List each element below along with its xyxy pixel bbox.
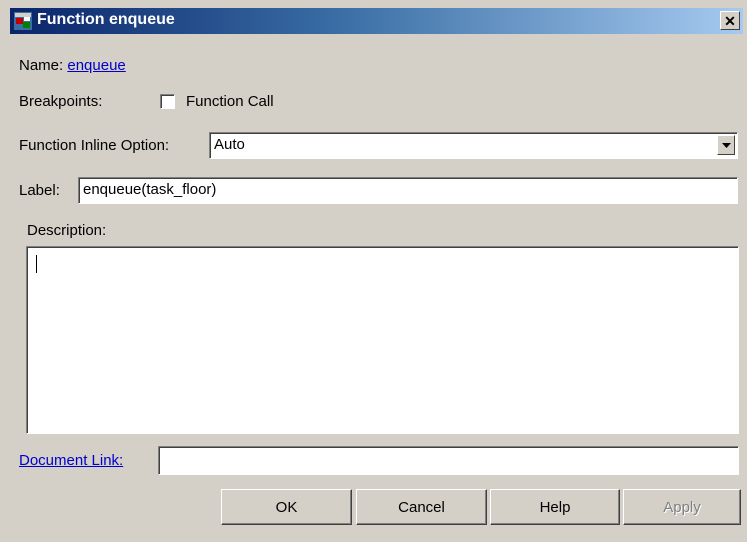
window-title: Function enqueue bbox=[37, 11, 175, 28]
function-call-checkbox[interactable] bbox=[160, 94, 175, 109]
description-textarea[interactable] bbox=[26, 246, 739, 434]
function-properties-dialog: Function enqueue ✕ Name: enqueue Breakpo… bbox=[0, 0, 747, 542]
inline-option-label: Function Inline Option: bbox=[19, 137, 170, 154]
dropdown-button[interactable] bbox=[717, 135, 735, 155]
title-bar[interactable]: Function enqueue ✕ bbox=[10, 8, 743, 34]
document-link-label[interactable]: Document Link: bbox=[19, 452, 123, 469]
label-label: Label: bbox=[19, 182, 60, 199]
description-label: Description: bbox=[27, 222, 107, 239]
apply-button[interactable]: Apply bbox=[623, 489, 741, 525]
label-input-value: enqueue(task_floor) bbox=[83, 181, 217, 198]
close-glyph: ✕ bbox=[724, 12, 736, 29]
chevron-down-icon bbox=[721, 142, 731, 148]
name-label: Name: bbox=[19, 57, 64, 74]
stateflow-function-icon bbox=[14, 12, 32, 30]
ok-button[interactable]: OK bbox=[221, 489, 352, 525]
function-call-label: Function Call bbox=[186, 93, 274, 110]
cancel-button[interactable]: Cancel bbox=[356, 489, 487, 525]
close-icon[interactable]: ✕ bbox=[720, 11, 740, 30]
document-link-input[interactable] bbox=[158, 446, 739, 475]
name-link[interactable]: enqueue bbox=[67, 57, 125, 74]
name-row: Name: enqueue bbox=[19, 57, 126, 74]
breakpoints-label: Breakpoints: bbox=[19, 93, 103, 110]
label-input[interactable]: enqueue(task_floor) bbox=[78, 177, 738, 204]
inline-option-value: Auto bbox=[214, 136, 245, 153]
text-caret bbox=[36, 255, 37, 273]
help-button[interactable]: Help bbox=[490, 489, 620, 525]
inline-option-select[interactable]: Auto bbox=[209, 132, 738, 159]
